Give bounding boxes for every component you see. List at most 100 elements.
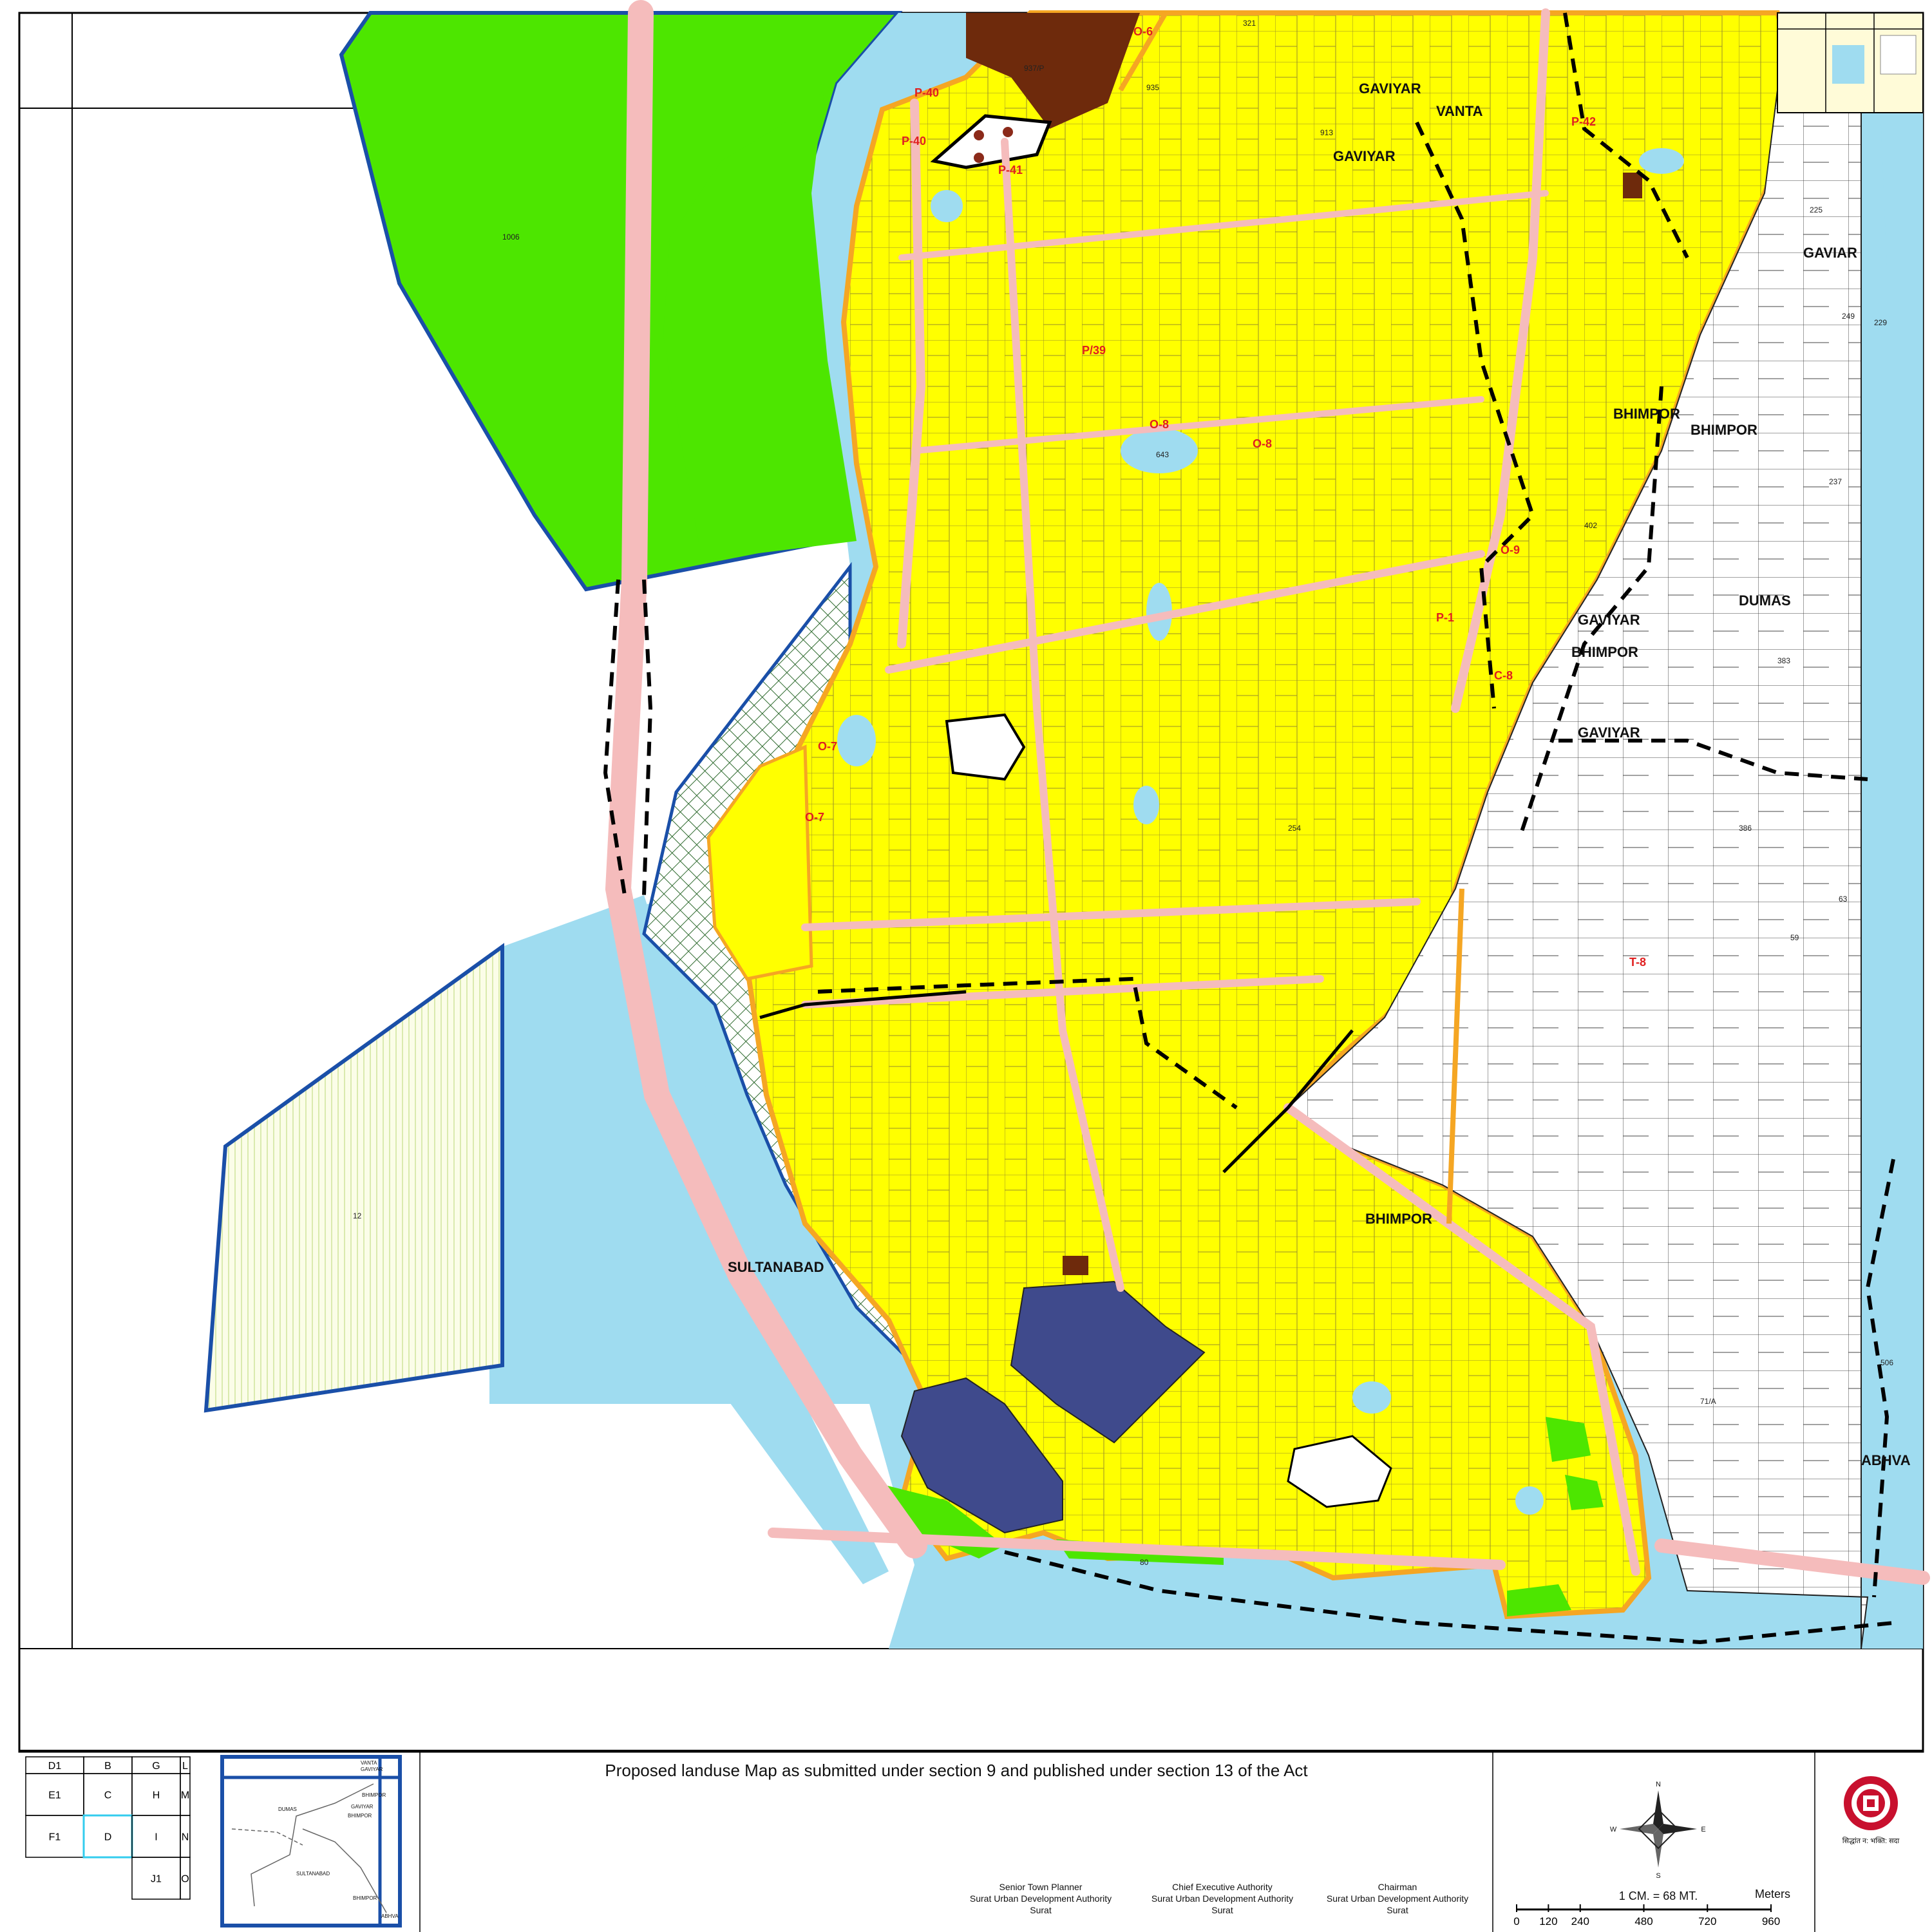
plot-number: 383 <box>1777 656 1790 665</box>
key-grid-label: B <box>104 1761 111 1772</box>
scale-unit: Meters <box>1755 1888 1790 1900</box>
compass-rose-icon: N S E W <box>1610 1781 1706 1880</box>
key-grid-label: E1 <box>48 1790 61 1801</box>
village-label: GAVIYAR <box>1359 80 1421 97</box>
key-grid-label: H <box>153 1790 160 1801</box>
key-grid-label: F1 <box>49 1832 61 1843</box>
key-grid-label: I <box>155 1832 157 1843</box>
plot-number: 63 <box>1839 895 1848 904</box>
zone-label: P-41 <box>998 164 1023 176</box>
village-label: BHIMPOR <box>1690 422 1757 438</box>
pond <box>1515 1486 1544 1515</box>
key-grid-label: D1 <box>48 1761 62 1772</box>
svg-text:Surat: Surat <box>1030 1905 1052 1915</box>
zone-label: O-7 <box>818 740 837 753</box>
inset-label: GAVIYAR <box>351 1804 374 1810</box>
compass-s: S <box>1656 1872 1660 1880</box>
scale-bar: 0 120 240 480 720 960 <box>1513 1904 1780 1927</box>
inset-label: BHIMPOR <box>362 1792 386 1798</box>
reserved-brown-plot <box>1063 1256 1088 1275</box>
compass-e: E <box>1701 1826 1705 1833</box>
plot-number: 386 <box>1739 824 1752 833</box>
plot-number: 402 <box>1584 521 1597 530</box>
plot-number: 935 <box>1146 83 1159 92</box>
zone-label: O-8 <box>1253 437 1272 450</box>
svg-text:Surat Urban Development Author: Surat Urban Development Authority <box>970 1893 1112 1904</box>
village-label: VANTA <box>1436 103 1483 119</box>
plot-number: 229 <box>1874 318 1887 327</box>
inset-locator-map: VANTA GAVIYAR BHIMPOR DUMAS GAVIYAR BHIM… <box>220 1755 402 1927</box>
plot-number: 321 <box>1243 19 1256 28</box>
zone-label: P/39 <box>1082 344 1106 357</box>
key-grid-label: L <box>182 1761 188 1772</box>
svg-text:Chairman: Chairman <box>1378 1882 1417 1892</box>
inset-label: BHIMPOR <box>348 1813 372 1819</box>
svg-text:Surat: Surat <box>1387 1905 1408 1915</box>
village-label: BHIMPOR <box>1365 1211 1432 1227</box>
scale-tick-label: 120 <box>1539 1915 1557 1927</box>
inset-label: SULTANABAD <box>296 1871 330 1877</box>
inset-label: ABHVA <box>381 1913 399 1919</box>
plot-number: 59 <box>1790 933 1799 942</box>
svg-text:Senior Town Planner: Senior Town Planner <box>999 1882 1083 1892</box>
key-grid-cell <box>26 1857 84 1899</box>
pond <box>1352 1381 1391 1414</box>
village-label: BHIMPOR <box>1613 406 1680 422</box>
plot-number: 1006 <box>502 232 520 242</box>
pond <box>837 715 876 766</box>
inset-label: GAVIYAR <box>361 1766 383 1772</box>
svg-text:Chief Executive Authority: Chief Executive Authority <box>1172 1882 1273 1892</box>
village-label: GAVIYAR <box>1578 724 1640 741</box>
compass-n: N <box>1656 1781 1661 1788</box>
signatory-block: Senior Town Planner Surat Urban Developm… <box>970 1882 1468 1915</box>
compass-w: W <box>1610 1826 1617 1833</box>
pond <box>1639 148 1684 174</box>
svg-text:Surat: Surat <box>1211 1905 1233 1915</box>
inset-label: DUMAS <box>278 1806 297 1812</box>
zone-label: O-9 <box>1501 544 1520 556</box>
green-patch <box>1546 1417 1591 1462</box>
pond <box>931 190 963 222</box>
plot-number: 80 <box>1140 1558 1149 1567</box>
plot-number: 937/P <box>1024 64 1044 73</box>
scale-tick-label: 720 <box>1698 1915 1716 1927</box>
village-label: GAVIYAR <box>1333 148 1396 164</box>
key-grid-cell <box>84 1857 132 1899</box>
landuse-map: GAVIYAR VANTA GAVIYAR GAVIAR BHIMPOR BHI… <box>18 0 1930 1932</box>
svg-text:Surat Urban Development Author: Surat Urban Development Authority <box>1327 1893 1468 1904</box>
village-label: DUMAS <box>1739 592 1791 609</box>
zone-label: O-8 <box>1150 418 1169 431</box>
map-title: Proposed landuse Map as submitted under … <box>605 1761 1308 1780</box>
zone-label: P-40 <box>914 86 939 99</box>
zone-label: O-6 <box>1133 25 1153 38</box>
village-label: GAVIAR <box>1803 245 1857 261</box>
scale-tick-label: 960 <box>1762 1915 1780 1927</box>
scale-text: 1 CM. = 68 MT. <box>1619 1889 1698 1902</box>
plot-number: 913 <box>1320 128 1333 137</box>
key-grid-label: G <box>152 1761 160 1772</box>
key-grid-label: N <box>182 1832 189 1843</box>
plot-number: 254 <box>1288 824 1301 833</box>
suda-logo-icon: सिद्धांत न: भक्ति: सदा <box>1842 1776 1900 1845</box>
plot-number: 237 <box>1829 477 1842 486</box>
key-grid-label: O <box>181 1874 189 1885</box>
village-label: BHIMPOR <box>1571 644 1638 660</box>
plot-number: 643 <box>1156 450 1169 459</box>
pond <box>1133 786 1159 824</box>
zone-label: P-40 <box>902 135 926 147</box>
logo-motto: सिद्धांत न: भक्ति: सदा <box>1842 1837 1900 1845</box>
inset-label: VANTA <box>361 1760 377 1766</box>
svg-text:Surat Urban Development Author: Surat Urban Development Authority <box>1151 1893 1293 1904</box>
plot-number: 225 <box>1810 205 1823 214</box>
plot-number: 249 <box>1842 312 1855 321</box>
village-label: GAVIYAR <box>1578 612 1640 628</box>
key-grid-label: C <box>104 1790 112 1801</box>
plot-number: 71/A <box>1700 1397 1716 1406</box>
key-grid: D1 B G L E1 C H M F1 D I N J1 O <box>25 1756 191 1900</box>
key-grid-label: D <box>104 1832 112 1843</box>
zone-label: C-8 <box>1494 669 1513 682</box>
reserved-brown-plot <box>1623 173 1642 198</box>
zone-label: T-8 <box>1629 956 1646 969</box>
zone-label: O-7 <box>805 811 824 824</box>
scale-tick-label: 480 <box>1634 1915 1653 1927</box>
